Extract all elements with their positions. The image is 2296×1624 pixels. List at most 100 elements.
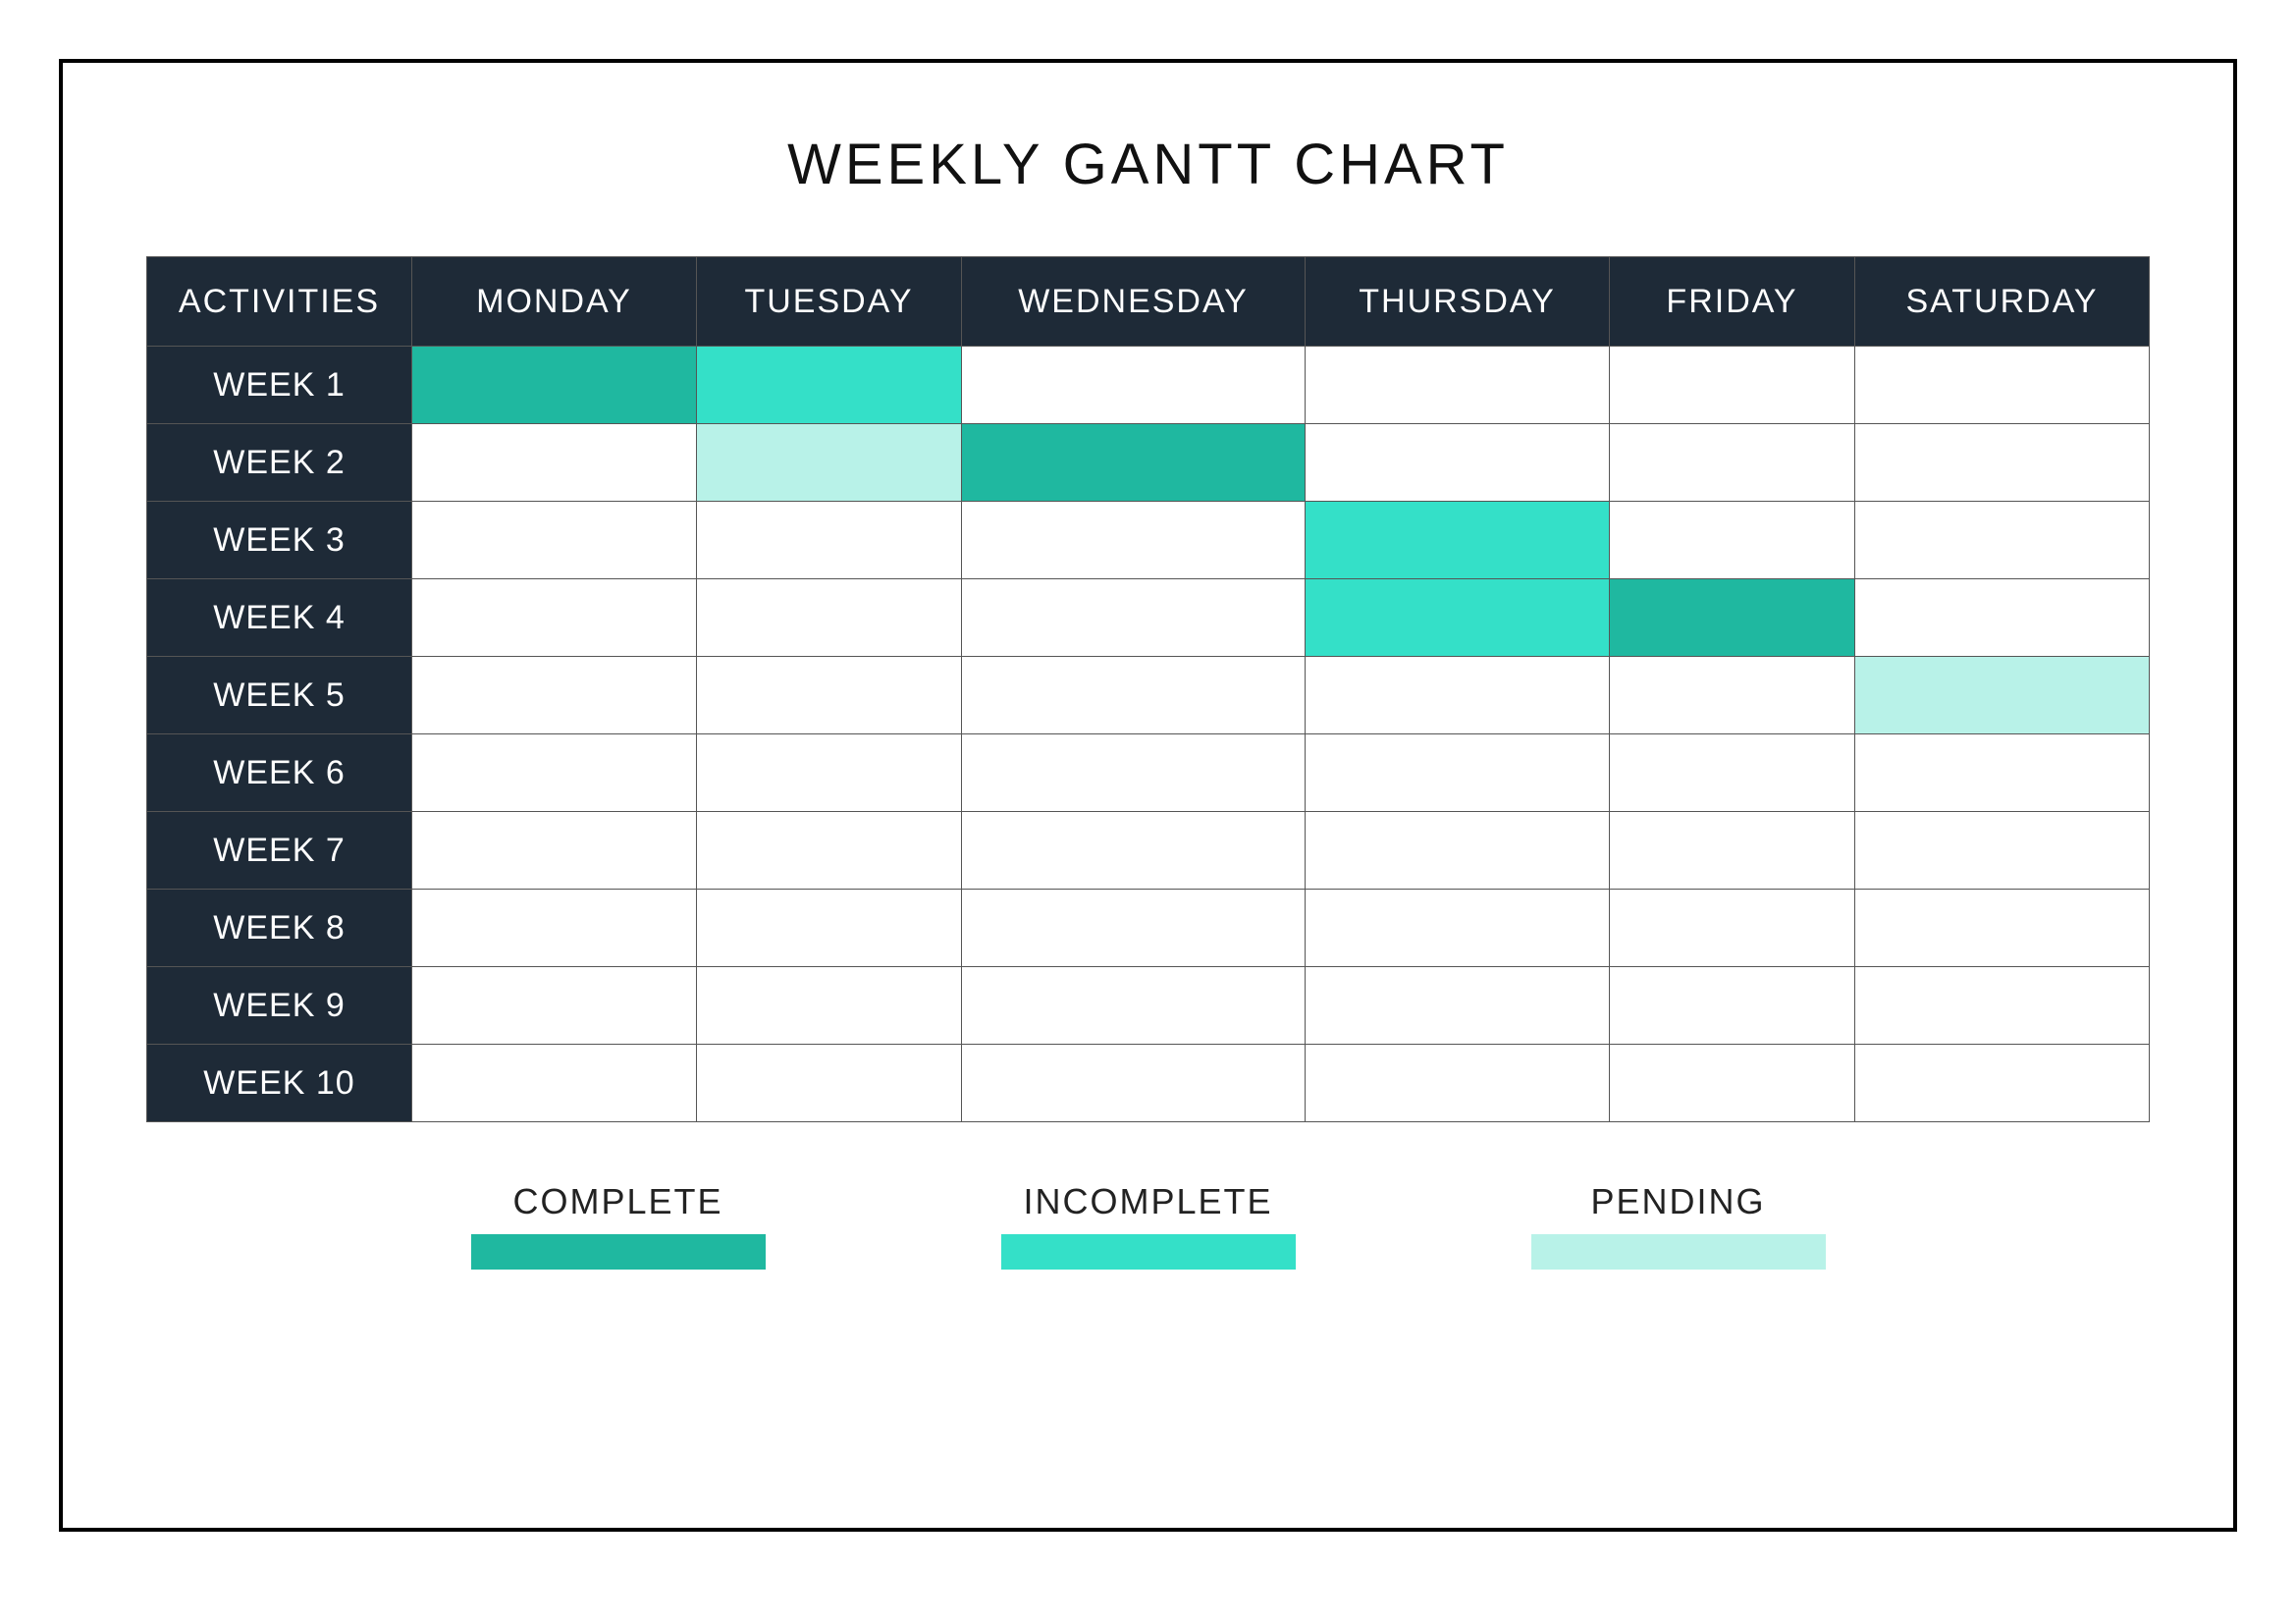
gantt-cell: [412, 579, 697, 657]
page-frame: WEEKLY GANTT CHART ACTIVITIES MONDAY TUE…: [59, 59, 2237, 1532]
table-row: WEEK 1: [147, 347, 2150, 424]
gantt-cell: [412, 734, 697, 812]
legend-label: COMPLETE: [512, 1181, 722, 1222]
table-row: WEEK 9: [147, 967, 2150, 1045]
row-label: WEEK 1: [147, 347, 412, 424]
gantt-cell: [1610, 1045, 1855, 1122]
gantt-cell: [697, 812, 962, 890]
gantt-cell: [1610, 967, 1855, 1045]
legend-swatch-pending: [1531, 1234, 1826, 1270]
legend: COMPLETE INCOMPLETE PENDING: [122, 1181, 2174, 1270]
legend-item-incomplete: INCOMPLETE: [1001, 1181, 1296, 1270]
gantt-cell: [962, 967, 1306, 1045]
table-row: WEEK 6: [147, 734, 2150, 812]
gantt-cell: [1610, 812, 1855, 890]
table-row: WEEK 4: [147, 579, 2150, 657]
gantt-cell: [1610, 657, 1855, 734]
gantt-cell: [962, 1045, 1306, 1122]
gantt-cell: [697, 967, 962, 1045]
gantt-cell: [412, 657, 697, 734]
legend-item-pending: PENDING: [1531, 1181, 1826, 1270]
gantt-cell: [1610, 424, 1855, 502]
gantt-cell: [1306, 502, 1610, 579]
gantt-cell: [412, 812, 697, 890]
gantt-cell: [697, 502, 962, 579]
gantt-cell: [1855, 890, 2150, 967]
gantt-cell: [1306, 890, 1610, 967]
gantt-cell: [962, 734, 1306, 812]
gantt-cell: [962, 812, 1306, 890]
row-label: WEEK 3: [147, 502, 412, 579]
legend-item-complete: COMPLETE: [471, 1181, 766, 1270]
gantt-cell: [412, 967, 697, 1045]
gantt-cell: [1306, 967, 1610, 1045]
gantt-cell: [1306, 657, 1610, 734]
gantt-cell: [962, 657, 1306, 734]
header-day-tuesday: TUESDAY: [697, 257, 962, 347]
gantt-cell: [1306, 347, 1610, 424]
gantt-cell: [1306, 424, 1610, 502]
legend-swatch-complete: [471, 1234, 766, 1270]
gantt-cell: [1855, 502, 2150, 579]
table-row: WEEK 7: [147, 812, 2150, 890]
gantt-cell: [1306, 579, 1610, 657]
gantt-cell: [1855, 579, 2150, 657]
gantt-cell: [697, 579, 962, 657]
table-row: WEEK 10: [147, 1045, 2150, 1122]
header-day-monday: MONDAY: [412, 257, 697, 347]
gantt-cell: [1306, 734, 1610, 812]
gantt-table: ACTIVITIES MONDAY TUESDAY WEDNESDAY THUR…: [146, 256, 2150, 1122]
row-label: WEEK 10: [147, 1045, 412, 1122]
row-label: WEEK 4: [147, 579, 412, 657]
gantt-cell: [1306, 1045, 1610, 1122]
gantt-cell: [412, 502, 697, 579]
header-day-friday: FRIDAY: [1610, 257, 1855, 347]
chart-title: WEEKLY GANTT CHART: [122, 132, 2174, 197]
row-label: WEEK 2: [147, 424, 412, 502]
gantt-wrap: ACTIVITIES MONDAY TUESDAY WEDNESDAY THUR…: [122, 256, 2174, 1122]
gantt-body: WEEK 1WEEK 2WEEK 3WEEK 4WEEK 5WEEK 6WEEK…: [147, 347, 2150, 1122]
legend-swatch-incomplete: [1001, 1234, 1296, 1270]
header-row: ACTIVITIES MONDAY TUESDAY WEDNESDAY THUR…: [147, 257, 2150, 347]
row-label: WEEK 6: [147, 734, 412, 812]
gantt-cell: [962, 502, 1306, 579]
gantt-cell: [962, 347, 1306, 424]
table-row: WEEK 8: [147, 890, 2150, 967]
gantt-cell: [962, 890, 1306, 967]
gantt-cell: [412, 347, 697, 424]
gantt-cell: [1855, 812, 2150, 890]
header-day-saturday: SATURDAY: [1855, 257, 2150, 347]
row-label: WEEK 8: [147, 890, 412, 967]
gantt-cell: [412, 890, 697, 967]
table-row: WEEK 5: [147, 657, 2150, 734]
gantt-cell: [1855, 1045, 2150, 1122]
gantt-cell: [1610, 347, 1855, 424]
legend-label: INCOMPLETE: [1023, 1181, 1272, 1222]
header-activities: ACTIVITIES: [147, 257, 412, 347]
gantt-cell: [1610, 890, 1855, 967]
table-row: WEEK 2: [147, 424, 2150, 502]
row-label: WEEK 7: [147, 812, 412, 890]
table-row: WEEK 3: [147, 502, 2150, 579]
gantt-cell: [1855, 967, 2150, 1045]
gantt-cell: [1855, 347, 2150, 424]
gantt-cell: [1855, 424, 2150, 502]
header-day-wednesday: WEDNESDAY: [962, 257, 1306, 347]
row-label: WEEK 9: [147, 967, 412, 1045]
gantt-cell: [1610, 502, 1855, 579]
gantt-cell: [962, 579, 1306, 657]
gantt-cell: [697, 424, 962, 502]
gantt-cell: [697, 734, 962, 812]
gantt-cell: [697, 890, 962, 967]
gantt-cell: [697, 1045, 962, 1122]
legend-label: PENDING: [1590, 1181, 1765, 1222]
gantt-cell: [412, 1045, 697, 1122]
header-day-thursday: THURSDAY: [1306, 257, 1610, 347]
gantt-cell: [412, 424, 697, 502]
gantt-cell: [1855, 657, 2150, 734]
row-label: WEEK 5: [147, 657, 412, 734]
gantt-cell: [697, 347, 962, 424]
gantt-cell: [1306, 812, 1610, 890]
gantt-cell: [962, 424, 1306, 502]
gantt-cell: [1610, 579, 1855, 657]
